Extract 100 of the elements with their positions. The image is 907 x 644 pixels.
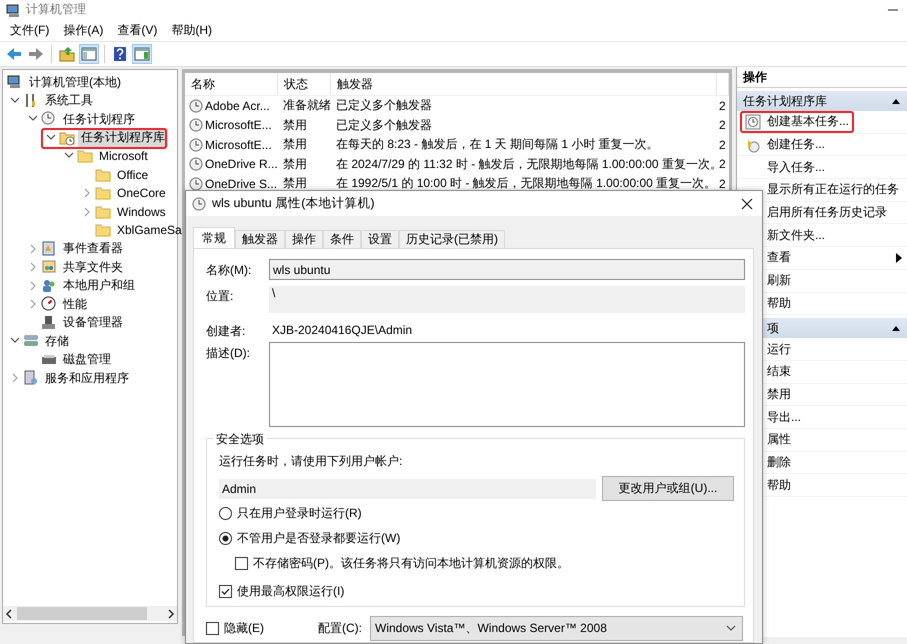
radio-button[interactable]	[219, 507, 232, 520]
tree-item[interactable]: 存储	[42, 332, 72, 351]
users-icon	[41, 278, 57, 294]
menu-item[interactable]: 操作(A)	[57, 20, 110, 40]
tree-item[interactable]: 系统工具	[42, 91, 96, 110]
table-cell-text: 已定义多个触发器	[335, 97, 433, 114]
folder-icon	[95, 222, 111, 238]
tree-item[interactable]: 计算机管理(本地)	[26, 72, 124, 92]
tree-item[interactable]: Office	[114, 166, 152, 183]
column-header[interactable]: 名称	[185, 73, 278, 95]
account-field: Admin	[219, 478, 596, 498]
tree-item[interactable]: XblGameSa	[114, 222, 185, 238]
tree-item[interactable]: 设备管理器	[60, 313, 126, 332]
table-cell-text: 禁用	[282, 156, 308, 173]
tree-item[interactable]: OneCore	[114, 185, 169, 202]
menu-item[interactable]: 查看(V)	[111, 20, 164, 40]
description-field[interactable]	[269, 342, 745, 427]
table-cell-text: 在 2024/7/29 的 11:32 时 - 触发后，无限期地每隔 1.00:00:00 重复一次。	[335, 156, 717, 173]
menu-item[interactable]: 帮助(H)	[165, 20, 218, 40]
tab[interactable]: 操作	[285, 230, 323, 248]
table-cell-text: 禁用	[282, 136, 308, 154]
field-label: 描述(D):	[206, 345, 251, 362]
tab[interactable]: 历史记录(已禁用)	[399, 230, 505, 248]
action-link[interactable]: 新文件夹...	[767, 226, 826, 244]
name-field[interactable]: wls ubuntu	[269, 259, 745, 280]
pane-title: 操作	[737, 67, 907, 88]
checkbox[interactable]	[206, 622, 219, 634]
folder-icon	[77, 148, 93, 164]
option-label: 不存储密码(P)。该任务将只有访问本地计算机资源的权限。	[253, 555, 569, 572]
action-link[interactable]: 帮助	[767, 294, 791, 312]
action-link[interactable]: 导入任务...	[767, 158, 826, 176]
checkbox[interactable]	[235, 557, 248, 570]
tree-item[interactable]: 事件查看器	[60, 239, 126, 258]
collapse-caret-icon[interactable]	[891, 324, 901, 332]
tab[interactable]: 条件	[323, 230, 361, 248]
option-label: 只在用户登录时运行(R)	[237, 505, 362, 522]
action-link[interactable]: 创建基本任务...	[767, 113, 850, 130]
checkbox[interactable]	[219, 585, 232, 598]
action-link[interactable]: 刷新	[767, 272, 791, 290]
change-user-button[interactable]: 更改用户或组(U)...	[602, 476, 734, 501]
clock-icon	[189, 157, 203, 172]
tree-item[interactable]: Microsoft	[96, 148, 151, 164]
table-cell-text: 准备就绪	[282, 97, 331, 114]
tree-item[interactable]: 本地用户和组	[60, 276, 138, 296]
clock-icon	[41, 111, 57, 128]
close-icon[interactable]	[740, 196, 754, 210]
dialog-title: wls ubuntu 属性(本地计算机)	[212, 195, 376, 212]
table-cell-text: 2	[718, 98, 727, 113]
tree-item[interactable]: 任务计划程序	[60, 110, 138, 129]
config-dropdown[interactable]: Windows Vista™、Windows Server™ 2008	[370, 616, 743, 640]
dropdown-caret-icon[interactable]	[726, 625, 736, 631]
table-cell: OneDrive S...	[205, 176, 278, 191]
action-link[interactable]: 启用所有任务历史记录	[767, 204, 887, 222]
author-value: XJB-20240416QJE\Admin	[271, 322, 414, 339]
action-link[interactable]: 删除	[767, 454, 791, 471]
computer-icon	[7, 74, 23, 90]
option-label: 不管用户是否登录都要运行(W)	[237, 530, 400, 547]
prompt-text: 运行任务时，请使用下列用户帐户:	[219, 453, 404, 470]
option-label: 隐藏(E)	[224, 620, 264, 636]
table-cell-text: 已定义多个触发器	[335, 116, 433, 134]
table-cell-text: 2	[718, 138, 727, 152]
tree-item[interactable]: Windows	[114, 204, 169, 220]
action-link[interactable]: 查看	[767, 249, 791, 266]
action-link[interactable]: 导出...	[767, 408, 802, 426]
table-cell: OneDrive R...	[205, 157, 278, 172]
action-link[interactable]: 属性	[767, 431, 791, 448]
radio-button[interactable]	[219, 532, 232, 545]
field-label: 配置(C):	[318, 620, 362, 636]
services-icon	[23, 370, 39, 386]
tab[interactable]: 设置	[361, 230, 399, 248]
collapse-caret-icon[interactable]	[891, 97, 901, 105]
option-label: 使用最高权限运行(I)	[237, 583, 344, 600]
action-link[interactable]: 禁用	[767, 386, 791, 403]
table-cell: Adobe Acr...	[205, 98, 270, 113]
folder-icon	[95, 166, 111, 183]
menu-item[interactable]: 文件(F)	[4, 20, 56, 40]
tree-item[interactable]: 共享文件夹	[60, 258, 126, 277]
submenu-arrow-icon[interactable]	[895, 252, 903, 263]
clock-icon	[192, 196, 206, 210]
action-link[interactable]: 运行	[767, 340, 791, 358]
location-field: \	[269, 286, 745, 313]
tree-item[interactable]: 性能	[60, 294, 90, 314]
field-label: 位置:	[206, 288, 234, 305]
action-link[interactable]: 显示所有正在运行的任务	[767, 181, 899, 198]
field-label: 创建者:	[206, 323, 246, 340]
action-link[interactable]: 帮助	[767, 476, 791, 494]
field-label: 名称(M):	[206, 262, 252, 279]
action-link[interactable]: 结束	[767, 363, 791, 380]
table-cell: MicrosoftE...	[205, 118, 272, 132]
tab[interactable]: 触发器	[235, 230, 285, 248]
table-cell-text: 禁用	[282, 175, 308, 192]
action-link[interactable]: 创建任务...	[767, 136, 826, 154]
column-header[interactable]: 状态	[278, 73, 331, 95]
tree-item[interactable]: 磁盘管理	[60, 350, 114, 370]
section-header[interactable]: 任务计划程序库	[737, 91, 907, 111]
tab[interactable]: 常规	[193, 227, 235, 248]
column-header[interactable]: 触发器	[331, 73, 717, 95]
table-cell-text: 2	[718, 157, 727, 172]
tree-item[interactable]: 服务和应用程序	[42, 368, 132, 388]
scrollbar[interactable]	[3, 606, 177, 621]
